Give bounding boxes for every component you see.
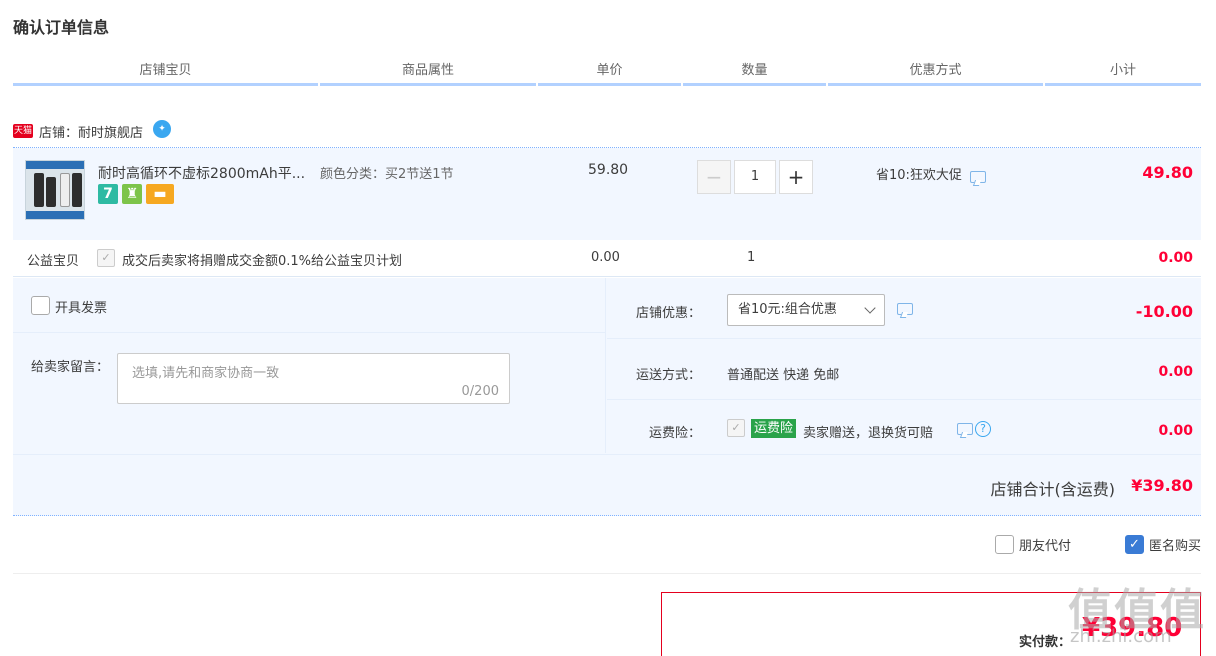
payment-label: 实付款： <box>1019 635 1072 650</box>
unit-price: 59.80 <box>588 162 629 178</box>
insurance-checkbox: ✓ <box>727 419 745 437</box>
extras-left: 开具发票 给卖家留言： 选填,请先和商家协商一致 0/200 <box>13 278 606 453</box>
shipping-method: 普通配送 快递 免邮 <box>727 368 840 383</box>
increase-quantity-button[interactable]: + <box>779 160 813 194</box>
tmall-icon: 天猫 <box>13 124 33 138</box>
shop-discount-select[interactable]: 省10元:组合优惠 <box>727 294 885 326</box>
shop-discount-label: 店铺优惠： <box>635 306 701 321</box>
message-icon[interactable] <box>897 303 913 315</box>
shipping-row: 运送方式： 普通配送 快递 免邮 0.00 <box>607 340 1201 400</box>
column-shop-item: 店铺宝贝 <box>13 60 318 86</box>
shipping-insurance-row: 运费险： ✓ 运费险 卖家赠送，退换货可赔 ? 0.00 <box>607 401 1201 453</box>
quantity-input[interactable]: 1 <box>734 160 776 194</box>
friend-pay-option[interactable]: 朋友代付 <box>994 535 1071 554</box>
anonymous-option[interactable]: ✓ 匿名购买 <box>1124 535 1201 554</box>
shop-line: 天猫 店铺：耐时旗舰店 ✦ <box>13 120 172 141</box>
column-quantity: 数量 <box>683 60 826 86</box>
shop-name-link[interactable]: 店铺：耐时旗舰店 <box>39 122 143 141</box>
charity-price: 0.00 <box>591 250 620 265</box>
column-attributes: 商品属性 <box>320 60 536 86</box>
friend-pay-checkbox[interactable] <box>994 535 1014 554</box>
memo-placeholder: 选填,请先和商家协商一致 <box>132 366 280 381</box>
chevron-down-icon <box>864 302 876 314</box>
column-discount: 优惠方式 <box>828 60 1043 86</box>
column-subtotal: 小计 <box>1045 60 1201 86</box>
insurance-label: 运费险： <box>648 426 701 441</box>
invoice-row: 开具发票 <box>13 278 606 333</box>
order-extras-panel: 开具发票 给卖家留言： 选填,请先和商家协商一致 0/200 店铺优惠： 省10… <box>13 278 1201 516</box>
item-promotion: 省10:狂欢大促 <box>876 164 986 183</box>
shipping-fee: 0.00 <box>1158 364 1193 380</box>
charity-checkbox: ✓ <box>97 249 115 267</box>
shop-total-value: ¥39.80 <box>1131 476 1193 495</box>
order-item-row: 耐时高循环不虚标2800mAh平... 7 ♜ ▬ 颜色分类：买2节送1节 59… <box>13 148 1201 240</box>
column-unit-price: 单价 <box>538 60 681 86</box>
shop-discount-row: 店铺优惠： 省10元:组合优惠 -10.00 <box>607 278 1201 339</box>
insurance-value: 0.00 <box>1158 423 1193 439</box>
watermark-url: zhi.zhi.com <box>1070 626 1172 647</box>
message-icon[interactable] <box>969 170 986 183</box>
invoice-label: 开具发票 <box>55 301 108 316</box>
product-name-link[interactable]: 耐时高循环不虚标2800mAh平... <box>98 163 318 183</box>
shop-discount-value: -10.00 <box>1135 302 1193 321</box>
column-header: 店铺宝贝 商品属性 单价 数量 优惠方式 小计 <box>13 60 1201 86</box>
shipping-label: 运送方式： <box>635 368 701 383</box>
invoice-checkbox[interactable] <box>31 296 50 315</box>
guarantee-icon[interactable]: ♜ <box>122 184 142 204</box>
memo-label: 给卖家留言： <box>31 360 110 375</box>
charity-subtotal: 0.00 <box>1158 250 1193 266</box>
insurance-badge: 运费险 <box>751 419 797 438</box>
item-subtotal: 49.80 <box>1142 163 1193 182</box>
friend-pay-label: 朋友代付 <box>1018 539 1071 554</box>
service-icons: 7 ♜ ▬ <box>98 184 174 204</box>
quantity-stepper: − 1 + <box>697 160 813 194</box>
charity-text: 成交后卖家将捐赠成交金额0.1%给公益宝贝计划 <box>122 254 403 269</box>
message-icon[interactable] <box>957 423 973 435</box>
anonymous-checkbox[interactable]: ✓ <box>1124 535 1144 554</box>
charity-row: 公益宝贝 ✓ 成交后卖家将捐赠成交金额0.1%给公益宝贝计划 0.00 1 0.… <box>13 240 1201 277</box>
seven-day-return-icon[interactable]: 7 <box>98 184 118 204</box>
order-options-row: 朋友代付 ✓ 匿名购买 <box>13 517 1201 574</box>
insurance-text: 卖家赠送，退换货可赔 <box>803 426 934 441</box>
product-thumbnail[interactable] <box>25 160 85 220</box>
help-icon[interactable]: ? <box>975 421 991 437</box>
extras-right: 店铺优惠： 省10元:组合优惠 -10.00 运送方式： 普通配送 快递 免邮 … <box>607 278 1201 453</box>
shop-total-label: 店铺合计(含运费) <box>990 480 1116 499</box>
anonymous-label: 匿名购买 <box>1148 539 1201 554</box>
chat-icon[interactable]: ✦ <box>153 120 172 138</box>
credit-card-icon[interactable]: ▬ <box>146 184 174 204</box>
shop-total-row: 店铺合计(含运费) ¥39.80 <box>13 454 1201 515</box>
product-attribute: 颜色分类：买2节送1节 <box>320 167 454 182</box>
shop-discount-selected: 省10元:组合优惠 <box>738 302 837 317</box>
decrease-quantity-button[interactable]: − <box>697 160 731 194</box>
charity-label: 公益宝贝 <box>27 254 80 269</box>
promotion-text: 省10:狂欢大促 <box>876 168 962 183</box>
charity-quantity: 1 <box>747 250 756 265</box>
memo-textarea[interactable]: 选填,请先和商家协商一致 0/200 <box>117 353 510 404</box>
memo-char-count: 0/200 <box>461 384 499 399</box>
page-title: 确认订单信息 <box>13 18 110 37</box>
